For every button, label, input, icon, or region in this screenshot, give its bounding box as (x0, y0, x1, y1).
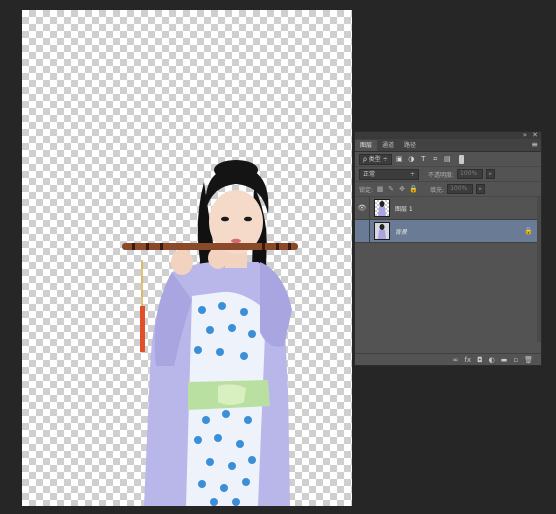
blend-row: 正常 ÷ 不透明度: 100% ▸ (355, 167, 541, 182)
layer-name: 图层 1 (395, 205, 413, 213)
collapse-panel-icon[interactable]: » (523, 131, 527, 139)
document-canvas[interactable] (22, 10, 352, 506)
layers-list: 👁 图层 1 背景 🔒 (355, 197, 541, 342)
lock-all-icon[interactable]: 🔒 (409, 185, 418, 193)
opacity-label: 不透明度: (428, 171, 455, 179)
opacity-slider-arrow[interactable]: ▸ (486, 169, 496, 179)
layers-panel-footer: ∞ fx ◘ ◐ ▬ ▫ 🗑 (355, 353, 541, 365)
lock-position-icon[interactable]: ✥ (398, 185, 406, 193)
new-layer-icon[interactable]: ▫ (513, 355, 518, 365)
opacity-input[interactable]: 100% (457, 169, 484, 179)
fill-input[interactable]: 100% (447, 184, 474, 194)
layer-filter-row: ρ 类型 ÷ ▣ ◑ T ⌗ ▤ (355, 152, 541, 167)
fx-icon[interactable]: fx (464, 355, 471, 365)
smart-object-filter-icon[interactable]: ▤ (443, 155, 452, 164)
adjustment-layer-icon[interactable]: ◐ (489, 355, 495, 365)
filter-kind-select[interactable]: ρ 类型 ÷ (359, 153, 392, 165)
add-mask-icon[interactable]: ◘ (477, 355, 483, 365)
adjustment-filter-icon[interactable]: ◑ (407, 155, 416, 164)
pixel-filter-icon[interactable]: ▣ (395, 155, 404, 164)
layers-scrollbar[interactable] (537, 197, 541, 342)
panel-tabs: 图层 通道 路径 ≡ (355, 139, 541, 152)
eye-icon[interactable]: 👁 (355, 204, 369, 212)
layer-row-background[interactable]: 背景 🔒 (355, 220, 541, 243)
filter-toggle-switch[interactable] (458, 154, 464, 164)
blend-mode-select[interactable]: 正常 ÷ (359, 168, 419, 180)
layer-thumbnail (374, 199, 390, 217)
lock-row: 锁定: ▩ ✎ ✥ 🔒 填充: 100% ▸ (355, 182, 541, 197)
panel-topbar[interactable]: » ✕ (355, 131, 541, 139)
new-group-icon[interactable]: ▬ (501, 355, 508, 365)
tab-channels[interactable]: 通道 (377, 140, 399, 151)
fill-slider-arrow[interactable]: ▸ (476, 184, 486, 194)
close-panel-icon[interactable]: ✕ (532, 131, 538, 139)
lock-label: 锁定: (359, 186, 374, 194)
layer-thumbnail (374, 222, 390, 240)
link-layers-icon[interactable]: ∞ (453, 355, 459, 365)
fill-label: 填充: (430, 186, 445, 194)
type-filter-icon[interactable]: T (419, 155, 428, 164)
layer-name: 背景 (395, 228, 408, 236)
tab-paths[interactable]: 路径 (399, 140, 421, 151)
panel-menu-icon[interactable]: ≡ (531, 140, 538, 149)
chevron-down-icon: ÷ (409, 170, 415, 178)
tab-layers[interactable]: 图层 (355, 140, 378, 151)
cutout-figure-image (122, 160, 298, 506)
shape-filter-icon[interactable]: ⌗ (431, 155, 440, 164)
lock-image-pixels-icon[interactable]: ✎ (387, 185, 395, 193)
lock-transparent-pixels-icon[interactable]: ▩ (376, 185, 384, 193)
trash-icon[interactable]: 🗑 (524, 355, 533, 365)
layers-panel: » ✕ 图层 通道 路径 ≡ ρ 类型 ÷ ▣ ◑ T ⌗ ▤ 正常 ÷ 不透明… (354, 131, 542, 366)
layer-row-layer-1[interactable]: 👁 图层 1 (355, 197, 541, 220)
lock-icon[interactable]: 🔒 (524, 227, 533, 235)
